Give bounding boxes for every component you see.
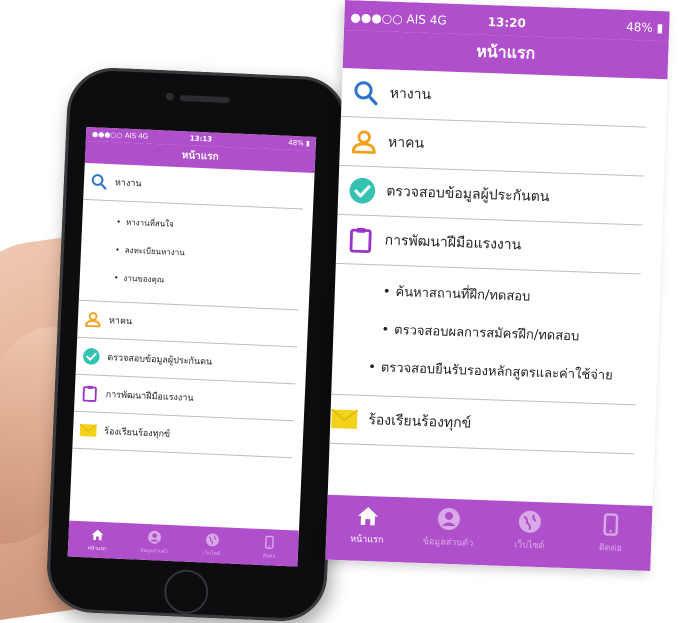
- menu-label: หาคน: [108, 316, 133, 328]
- phone-screen: ●●●○○ AIS 4G 13:13 48% ▮ หน้าแรก หางาน ห…: [67, 126, 317, 567]
- tab-bar: หน้าแรก ข้อมูลส่วนตัว เว็บไซต์ ติดต่อ: [325, 494, 653, 572]
- clipboard-icon: [349, 227, 372, 254]
- tab-website[interactable]: เว็บไซต์: [188, 526, 235, 559]
- camera-icon: [165, 92, 174, 101]
- status-bar: ●●●○○ AIS 4G 13:20 48% ▮: [343, 0, 670, 42]
- menu-label: การพัฒนาฝีมือแรงงาน: [384, 232, 522, 254]
- globe-icon: [205, 533, 219, 547]
- tab-contact[interactable]: ติดต่อ: [246, 528, 293, 561]
- tab-home[interactable]: หน้าแรก: [332, 495, 404, 547]
- profile-icon: [148, 530, 162, 544]
- tab-profile[interactable]: ข้อมูลส่วนตัว: [131, 523, 178, 556]
- menu-label: หางาน: [389, 85, 432, 104]
- check-circle-icon: [349, 177, 376, 204]
- globe-icon: [519, 510, 542, 533]
- tab-website[interactable]: เว็บไซต์: [494, 501, 566, 553]
- clipboard-icon: [82, 385, 97, 402]
- skill-submenu: ค้นหาสถานที่ฝึก/ทดสอบ ตรวจสอบผลการสมัครฝ…: [331, 263, 641, 406]
- menu-label: ตรวจสอบข้อมูลผู้ประกันตน: [107, 353, 213, 368]
- menu-label: หางาน: [114, 178, 142, 190]
- mail-icon: [79, 423, 97, 437]
- mail-icon: [331, 408, 359, 430]
- battery-label: 48% ▮: [288, 138, 311, 148]
- phone-icon: [265, 535, 275, 549]
- home-icon: [91, 529, 104, 541]
- speaker-grille: [179, 95, 230, 104]
- home-icon: [357, 507, 378, 526]
- menu-label: ร้องเรียนร้องทุกข์: [368, 412, 472, 432]
- tab-profile[interactable]: ข้อมูลส่วนตัว: [413, 498, 485, 550]
- check-circle-icon: [83, 348, 100, 365]
- phone-device: ●●●○○ AIS 4G 13:13 48% ▮ หน้าแรก หางาน ห…: [45, 66, 349, 623]
- phone-icon: [603, 513, 619, 536]
- profile-icon: [437, 507, 460, 530]
- battery-label: 48% ▮: [625, 19, 664, 36]
- menu-label: หาคน: [387, 134, 425, 152]
- tab-contact[interactable]: ติดต่อ: [575, 503, 647, 555]
- person-icon: [85, 312, 101, 328]
- search-icon: [354, 81, 378, 106]
- home-button: [163, 568, 210, 615]
- enlarged-screen: ●●●○○ AIS 4G 13:20 48% ▮ หน้าแรก หางาน ห…: [325, 0, 670, 572]
- person-icon: [351, 130, 376, 155]
- tab-home[interactable]: หน้าแรก: [74, 521, 121, 554]
- menu-label: ร้องเรียนร้องทุกข์: [103, 427, 171, 440]
- menu-label: ตรวจสอบข้อมูลผู้ประกันตน: [386, 183, 550, 206]
- menu-label: การพัฒนาฝีมือแรงงาน: [105, 390, 194, 404]
- search-icon: [91, 174, 107, 190]
- menu-item-complaint[interactable]: ร้องเรียนร้องทุกข์: [329, 394, 637, 455]
- tab-bar: หน้าแรก ข้อมูลส่วนตัว เว็บไซต์ ติดต่อ: [67, 520, 299, 567]
- job-submenu: หางานที่สนใจ ลงทะเบียนหางาน งานของคุณ: [78, 199, 303, 311]
